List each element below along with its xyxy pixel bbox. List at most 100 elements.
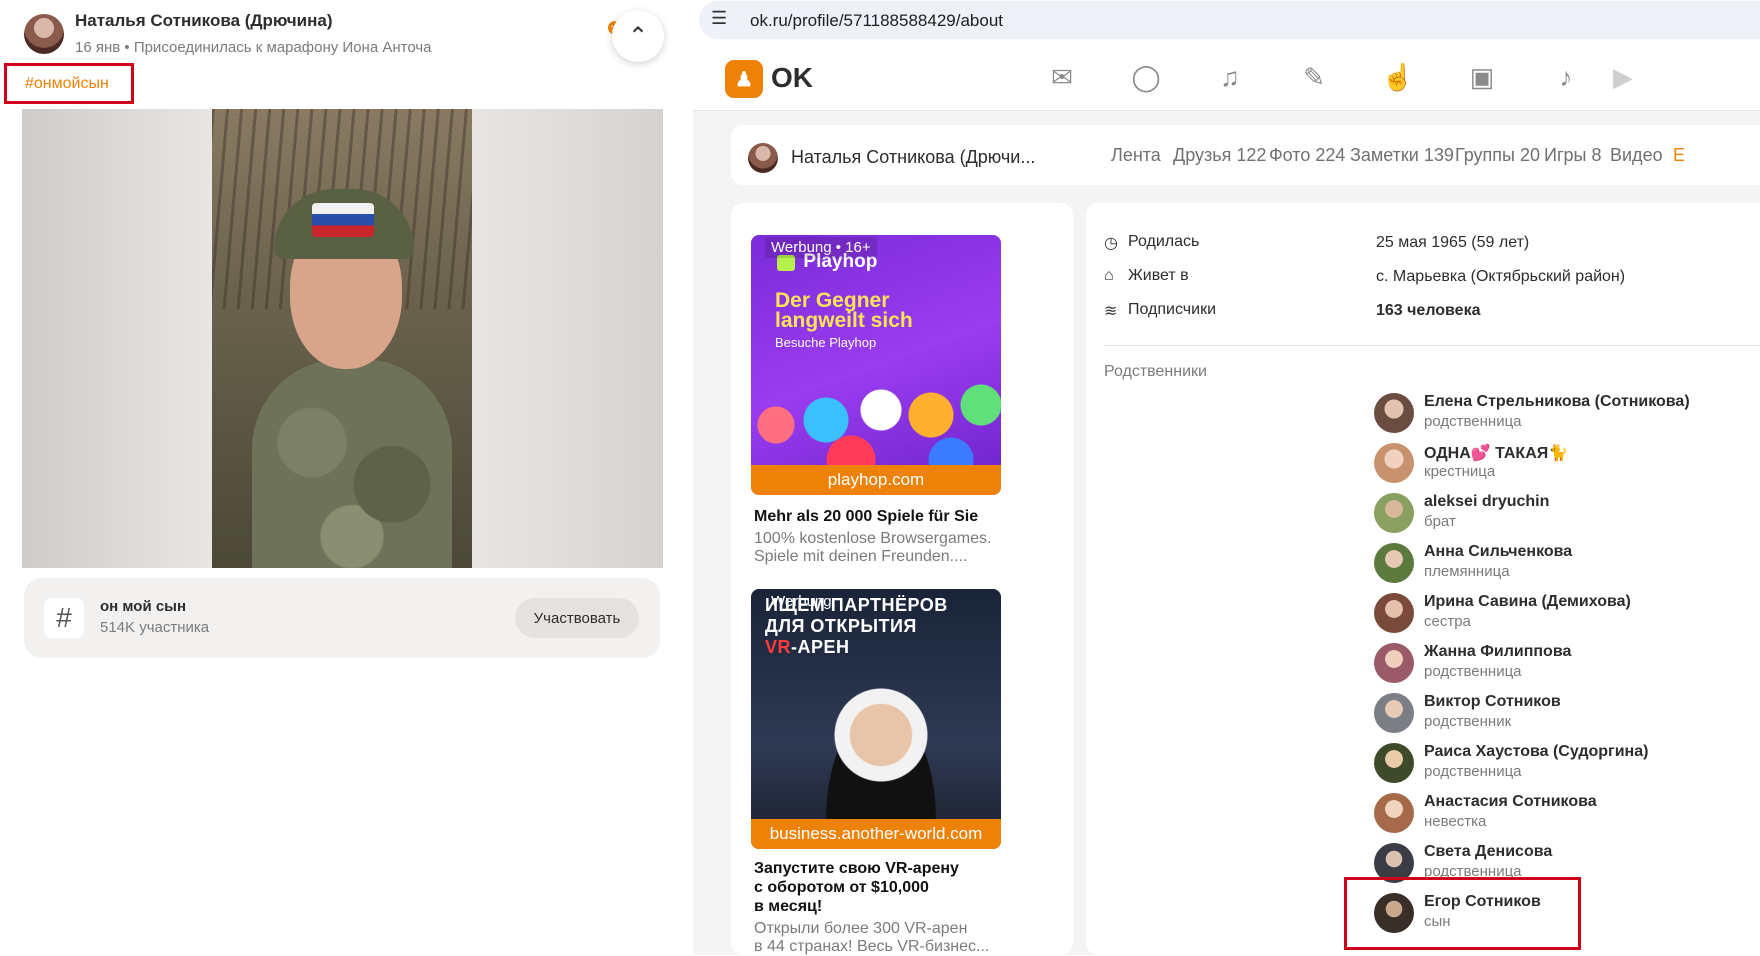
relative-name[interactable]: Раиса Хаустова (Судоргина) bbox=[1424, 743, 1648, 761]
relative-item[interactable]: aleksei dryuchin брат bbox=[1374, 491, 1754, 535]
relative-item[interactable]: Ирина Савина (Демихова) сестра bbox=[1374, 591, 1754, 635]
tab-groups[interactable]: Группы 20 bbox=[1455, 145, 1540, 166]
ad-banner-playhop[interactable]: Playhop Werbung • 16+ Der Gegner langwei… bbox=[751, 235, 1001, 495]
author-avatar[interactable] bbox=[24, 14, 64, 54]
hashtag-link[interactable]: #онмойсын bbox=[4, 63, 134, 104]
ad-title[interactable]: Mehr als 20 000 Spiele für Sie bbox=[754, 507, 978, 526]
ad-subline: Besuche Playhop bbox=[775, 335, 877, 350]
relative-name[interactable]: Жанна Филиппова bbox=[1424, 643, 1571, 661]
relative-item[interactable]: Анна Сильченкова племянница bbox=[1374, 541, 1754, 585]
profile-name[interactable]: Наталья Сотникова (Дрючи... bbox=[791, 147, 1035, 168]
relative-name[interactable]: Анна Сильченкова bbox=[1424, 543, 1572, 561]
ok-logo-icon[interactable]: ♟ bbox=[725, 60, 763, 98]
subscribers-label: Подписчики bbox=[1128, 301, 1217, 318]
relative-name[interactable]: Виктор Сотников bbox=[1424, 693, 1561, 711]
tab-notes[interactable]: Заметки 139 bbox=[1350, 145, 1454, 166]
profile-page: ☰ ok.ru/profile/571188588429/about ♟ OK … bbox=[693, 0, 1760, 955]
relative-avatar bbox=[1374, 443, 1414, 483]
tab-friends[interactable]: Друзья 122 bbox=[1173, 145, 1266, 166]
ad-description-line: в 44 странах! Весь VR-бизнес... bbox=[754, 938, 990, 955]
relative-name[interactable]: Света Денисова bbox=[1424, 843, 1552, 861]
calendar-icon: ◷ bbox=[1104, 235, 1118, 252]
relative-avatar bbox=[1374, 793, 1414, 833]
post-video[interactable] bbox=[22, 109, 663, 568]
post-panel: Наталья Сотникова (Дрючина) 16 янв • При… bbox=[0, 0, 690, 955]
relatives-heading: Родственники bbox=[1104, 363, 1207, 380]
ad-title-line[interactable]: Запустите свою VR-арену bbox=[754, 859, 959, 878]
relative-role: сестра bbox=[1424, 613, 1471, 630]
video-person-body bbox=[252, 359, 452, 568]
tab-video[interactable]: Видео bbox=[1610, 145, 1663, 166]
like-icon[interactable]: ☝ bbox=[1381, 60, 1415, 94]
home-icon: ⌂ bbox=[1104, 267, 1114, 284]
highlight-box-son bbox=[1344, 877, 1581, 950]
tab-more[interactable]: Е bbox=[1673, 145, 1685, 166]
relative-item[interactable]: Виктор Сотников родственник bbox=[1374, 691, 1754, 735]
collapse-button[interactable]: ⌃ bbox=[612, 10, 664, 62]
relative-item[interactable]: ОДНА💕 ТАКАЯ🐈 крестница bbox=[1374, 441, 1754, 485]
relative-role: родственница bbox=[1424, 413, 1522, 430]
lives-value[interactable]: с. Марьевка (Октябрьский район) bbox=[1376, 268, 1625, 286]
relative-avatar bbox=[1374, 493, 1414, 533]
relative-role: невестка bbox=[1424, 813, 1487, 830]
relative-avatar bbox=[1374, 393, 1414, 433]
ad-label: Werbung • 16+ bbox=[765, 237, 877, 258]
subscribers-value[interactable]: 163 человека bbox=[1376, 302, 1480, 320]
chevron-up-icon: ⌃ bbox=[627, 22, 649, 50]
post-meta: 16 янв • Присоединилась к марафону Иона … bbox=[75, 39, 432, 56]
relative-role: родственница bbox=[1424, 763, 1522, 780]
born-value: 25 мая 1965 (59 лет) bbox=[1376, 234, 1530, 251]
guests-icon[interactable]: ✎ bbox=[1297, 60, 1331, 94]
hashtag-label: #онмойсын bbox=[25, 74, 109, 92]
relative-role: племянница bbox=[1424, 563, 1510, 580]
relative-role: крестница bbox=[1424, 463, 1496, 480]
relative-name[interactable]: aleksei dryuchin bbox=[1424, 493, 1549, 511]
relative-name[interactable]: Ирина Савина (Демихова) bbox=[1424, 593, 1631, 611]
ad-title-line[interactable]: в месяц! bbox=[754, 897, 822, 916]
mail-icon[interactable]: ✉ bbox=[1045, 60, 1079, 94]
hash-icon: # bbox=[44, 598, 84, 638]
browser-address-bar: ☰ ok.ru/profile/571188588429/about bbox=[693, 0, 1760, 42]
profile-avatar[interactable] bbox=[748, 143, 778, 173]
tab-feed[interactable]: Лента bbox=[1111, 145, 1161, 166]
ad-domain: business.another-world.com bbox=[751, 819, 1001, 849]
video-camera-icon[interactable]: ▣ bbox=[1465, 60, 1499, 94]
hashtag-card[interactable]: # он мой сын 514K участника Участвовать bbox=[24, 578, 660, 658]
bell-icon[interactable]: ♫ bbox=[1213, 60, 1247, 94]
lives-label: Живет в bbox=[1128, 267, 1189, 284]
profile-tabs-bar: Наталья Сотникова (Дрючи... Лента Друзья… bbox=[731, 125, 1760, 185]
site-settings-icon[interactable]: ☰ bbox=[711, 8, 727, 29]
video-icon[interactable]: ▶ bbox=[1606, 60, 1640, 94]
relative-item[interactable]: Анастасия Сотникова невестка bbox=[1374, 791, 1754, 835]
ad-title-line[interactable]: с оборотом от $10,000 bbox=[754, 878, 929, 897]
chat-icon[interactable]: ◯ bbox=[1129, 60, 1163, 94]
ad-description-line: Spiele mit deinen Freunden.... bbox=[754, 548, 968, 565]
ad-description-line: Открыли более 300 VR-арен bbox=[754, 920, 968, 937]
relative-item[interactable]: Раиса Хаустова (Судоргина) родственница bbox=[1374, 741, 1754, 785]
hashtag-card-count: 514K участника bbox=[100, 619, 210, 636]
url-text[interactable]: ok.ru/profile/571188588429/about bbox=[750, 11, 1003, 31]
relative-name[interactable]: ОДНА💕 ТАКАЯ🐈 bbox=[1424, 443, 1568, 463]
tab-photos[interactable]: Фото 224 bbox=[1269, 145, 1345, 166]
ad-banner-vr[interactable]: ИЩЕМ ПАРТНЁРОВ ДЛЯ ОТКРЫТИЯ VR-АРЕН Werb… bbox=[751, 589, 1001, 849]
participate-button[interactable]: Участвовать bbox=[515, 598, 639, 638]
post-author-name[interactable]: Наталья Сотникова (Дрючина) bbox=[75, 11, 333, 31]
relative-name[interactable]: Елена Стрельникова (Сотникова) bbox=[1424, 393, 1690, 411]
rss-icon: ≋ bbox=[1104, 303, 1118, 320]
ad-game-tiles bbox=[751, 365, 1001, 465]
relative-item[interactable]: Елена Стрельникова (Сотникова) родственн… bbox=[1374, 391, 1754, 435]
tab-games[interactable]: Игры 8 bbox=[1544, 145, 1601, 166]
relative-avatar bbox=[1374, 593, 1414, 633]
relative-item[interactable]: Жанна Филиппова родственница bbox=[1374, 641, 1754, 685]
born-label: Родилась bbox=[1128, 233, 1200, 250]
relative-avatar bbox=[1374, 693, 1414, 733]
relative-avatar bbox=[1374, 743, 1414, 783]
music-icon[interactable]: ♪ bbox=[1549, 60, 1583, 94]
relative-name[interactable]: Анастасия Сотникова bbox=[1424, 793, 1597, 811]
relative-role: брат bbox=[1424, 513, 1456, 530]
ok-logo-text[interactable]: OK bbox=[771, 62, 813, 94]
ad-description-line: 100% kostenlose Browsergames. bbox=[754, 530, 992, 547]
address-field[interactable]: ☰ ok.ru/profile/571188588429/about bbox=[699, 1, 1760, 39]
video-frame bbox=[212, 109, 472, 568]
divider bbox=[1104, 345, 1760, 346]
